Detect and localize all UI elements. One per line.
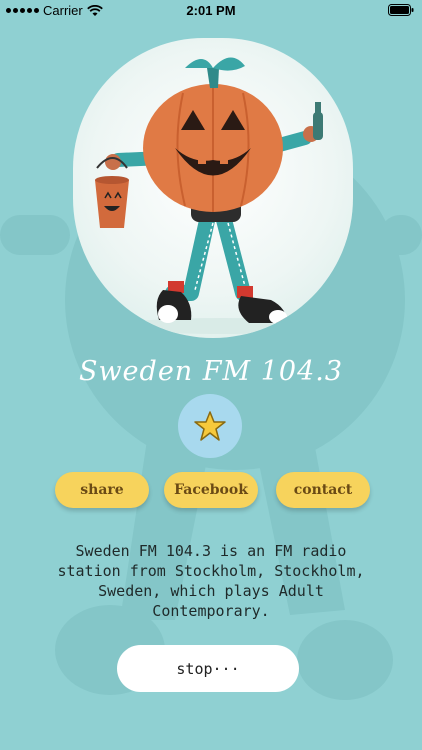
pumpkin-character-illustration <box>95 57 333 334</box>
share-button[interactable]: share <box>55 472 149 508</box>
contact-button[interactable]: contact <box>276 472 370 508</box>
facebook-button[interactable]: Facebook <box>164 472 258 508</box>
status-time: 2:01 PM <box>186 3 236 18</box>
station-title: Sweden FM 104.3 <box>78 356 344 387</box>
stop-button[interactable]: stop··· <box>117 645 299 692</box>
station-description: Sweden FM 104.3 is an FM radio station f… <box>57 542 365 620</box>
star-icon <box>194 411 226 441</box>
favorite-button[interactable] <box>178 394 242 458</box>
status-bar: Carrier 2:01 PM <box>0 0 422 22</box>
battery-icon <box>388 4 414 16</box>
status-right <box>388 4 414 20</box>
station-artwork <box>73 38 353 338</box>
